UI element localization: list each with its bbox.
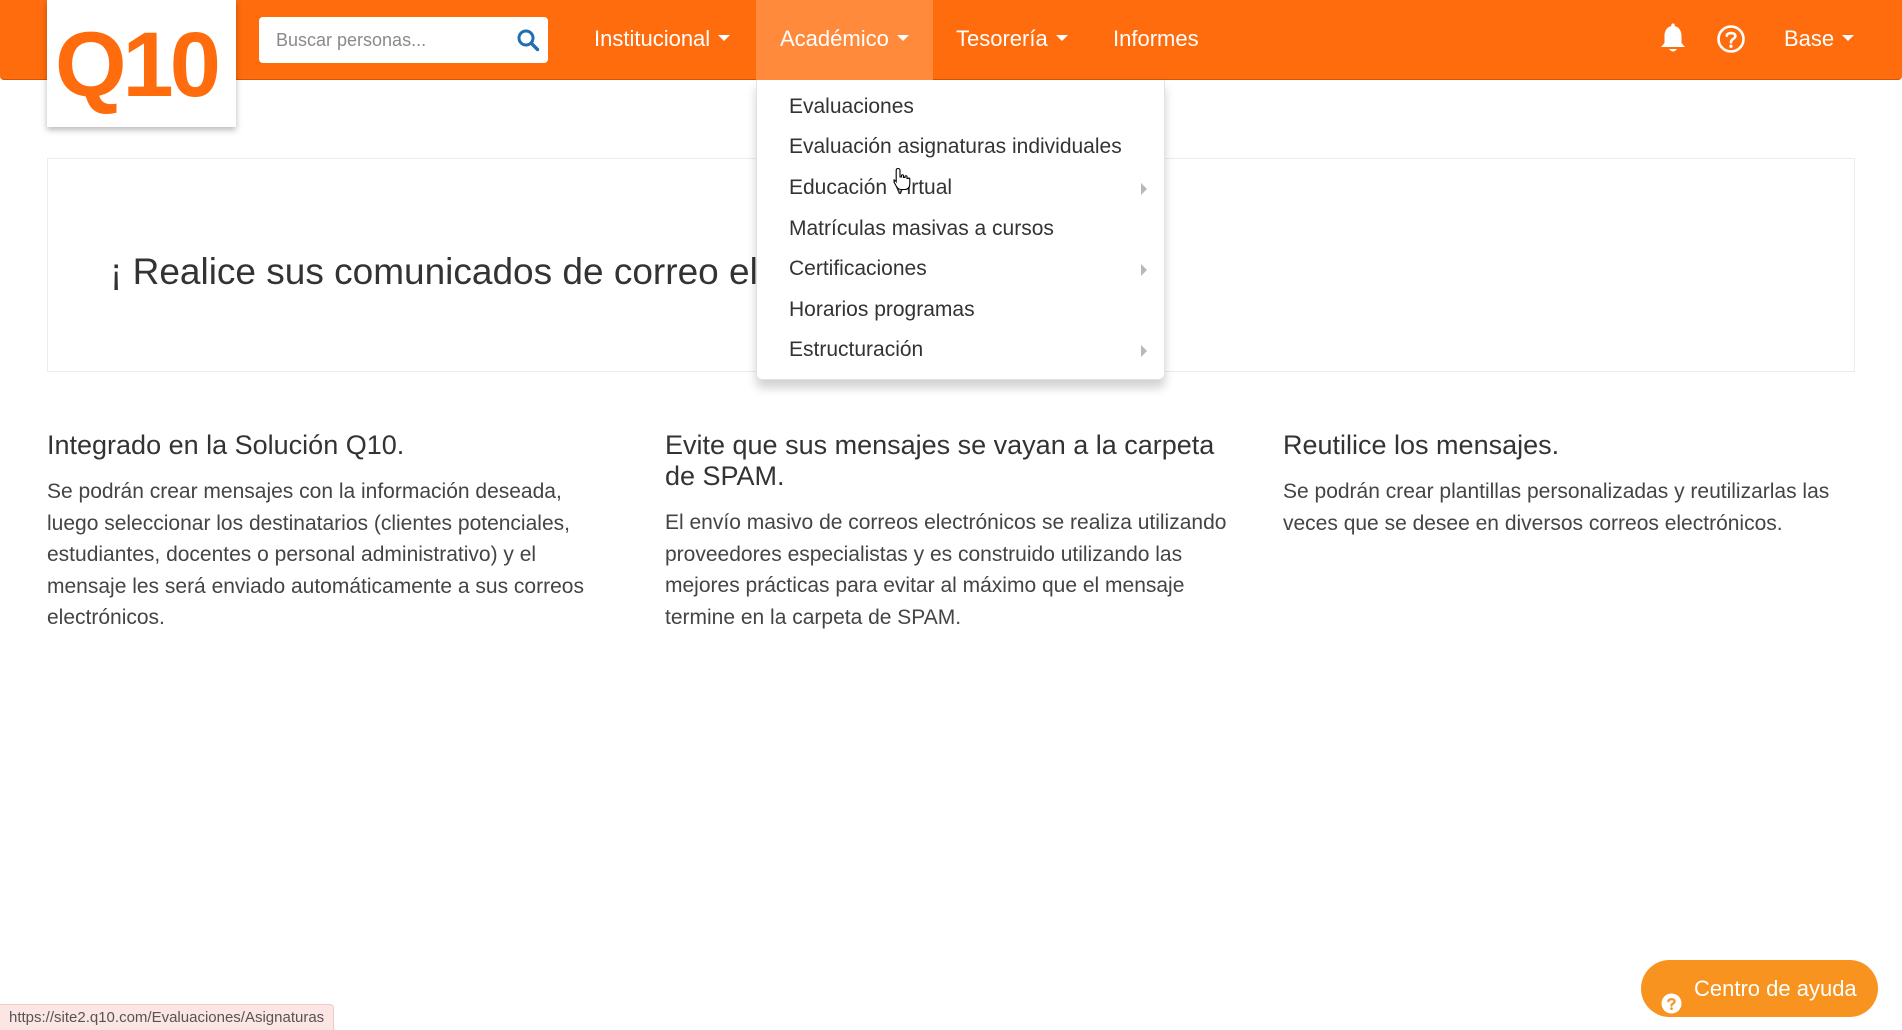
menu-item-educacion-virtual[interactable]: Educación Virtual	[757, 168, 1164, 208]
feature-body: El envío masivo de correos electrónicos …	[665, 511, 1227, 629]
chevron-right-icon	[1141, 264, 1147, 276]
menu-item-estructuracion[interactable]: Estructuración	[757, 330, 1164, 370]
feature-column: Reutilice los mensajes. Se podrán crear …	[1283, 430, 1868, 539]
nav-item-institucional[interactable]: Institucional	[594, 0, 731, 80]
menu-item-label: Evaluación asignaturas individuales	[789, 135, 1122, 158]
user-label: Base	[1784, 26, 1835, 51]
q10-logo-icon: Q10	[55, 14, 222, 114]
feature-title: Integrado en la Solución Q10.	[47, 430, 405, 460]
chevron-right-icon	[1141, 183, 1147, 195]
academico-dropdown-menu: Evaluaciones Evaluación asignaturas indi…	[756, 80, 1165, 380]
nav-item-academico[interactable]: Académico	[756, 0, 933, 80]
logo[interactable]: Q10	[47, 0, 236, 127]
search-box	[259, 17, 548, 63]
nav-item-tesoreria[interactable]: Tesorería	[956, 0, 1068, 80]
menu-item-horarios-programas[interactable]: Horarios programas	[757, 290, 1164, 330]
menu-item-evaluacion-asignaturas[interactable]: Evaluación asignaturas individuales	[757, 127, 1164, 167]
menu-item-label: Horarios programas	[789, 298, 975, 321]
menu-item-certificaciones[interactable]: Certificaciones	[757, 249, 1164, 289]
caret-down-icon	[1842, 35, 1855, 42]
feature-title: Reutilice los mensajes.	[1283, 430, 1560, 460]
bell-icon[interactable]	[1658, 23, 1688, 60]
feature-column: Evite que sus mensajes se vayan a la car…	[665, 430, 1235, 633]
menu-item-label: Matrículas masivas a cursos	[789, 217, 1054, 240]
banner-headline: ¡ Realice sus comunicados de correo ele	[110, 251, 779, 292]
feature-body: Se podrán crear mensajes con la informac…	[47, 480, 584, 629]
menu-item-label: Estructuración	[789, 338, 924, 361]
nav-label: Académico	[780, 26, 889, 51]
nav-item-informes[interactable]: Informes	[1113, 0, 1199, 80]
menu-item-matriculas-masivas[interactable]: Matrículas masivas a cursos	[757, 209, 1164, 249]
nav-label: Institucional	[594, 26, 711, 51]
nav-label: Informes	[1113, 26, 1199, 51]
menu-item-label: Certificaciones	[789, 257, 927, 280]
feature-column: Integrado en la Solución Q10. Se podrán …	[47, 430, 617, 634]
help-center-button[interactable]: Centro de ayuda	[1641, 960, 1878, 1017]
chevron-right-icon	[1141, 345, 1147, 357]
caret-down-icon	[896, 35, 909, 42]
help-center-label: Centro de ayuda	[1694, 976, 1857, 1001]
menu-item-label: Educación Virtual	[789, 176, 953, 199]
search-input[interactable]	[259, 17, 507, 63]
feature-title: Evite que sus mensajes se vayan a la car…	[665, 430, 1215, 491]
top-navbar: Institucional Académico Tesorería Inform…	[0, 0, 1902, 80]
feature-body: Se podrán crear plantillas personalizada…	[1283, 480, 1830, 535]
logo-text: Q10	[55, 14, 218, 114]
menu-item-label: Evaluaciones	[789, 95, 914, 118]
user-menu[interactable]: Base	[1784, 0, 1855, 80]
help-circle-icon[interactable]	[1716, 24, 1746, 59]
caret-down-icon	[718, 35, 731, 42]
search-icon[interactable]	[516, 28, 540, 57]
nav-label: Tesorería	[956, 26, 1048, 51]
caret-down-icon	[1055, 35, 1068, 42]
hand-cursor-icon	[893, 167, 911, 196]
question-circle-icon	[1661, 978, 1682, 1030]
status-bar-url: https://site2.q10.com/Evaluaciones/Asign…	[0, 1004, 335, 1030]
menu-item-evaluaciones[interactable]: Evaluaciones	[757, 87, 1164, 127]
